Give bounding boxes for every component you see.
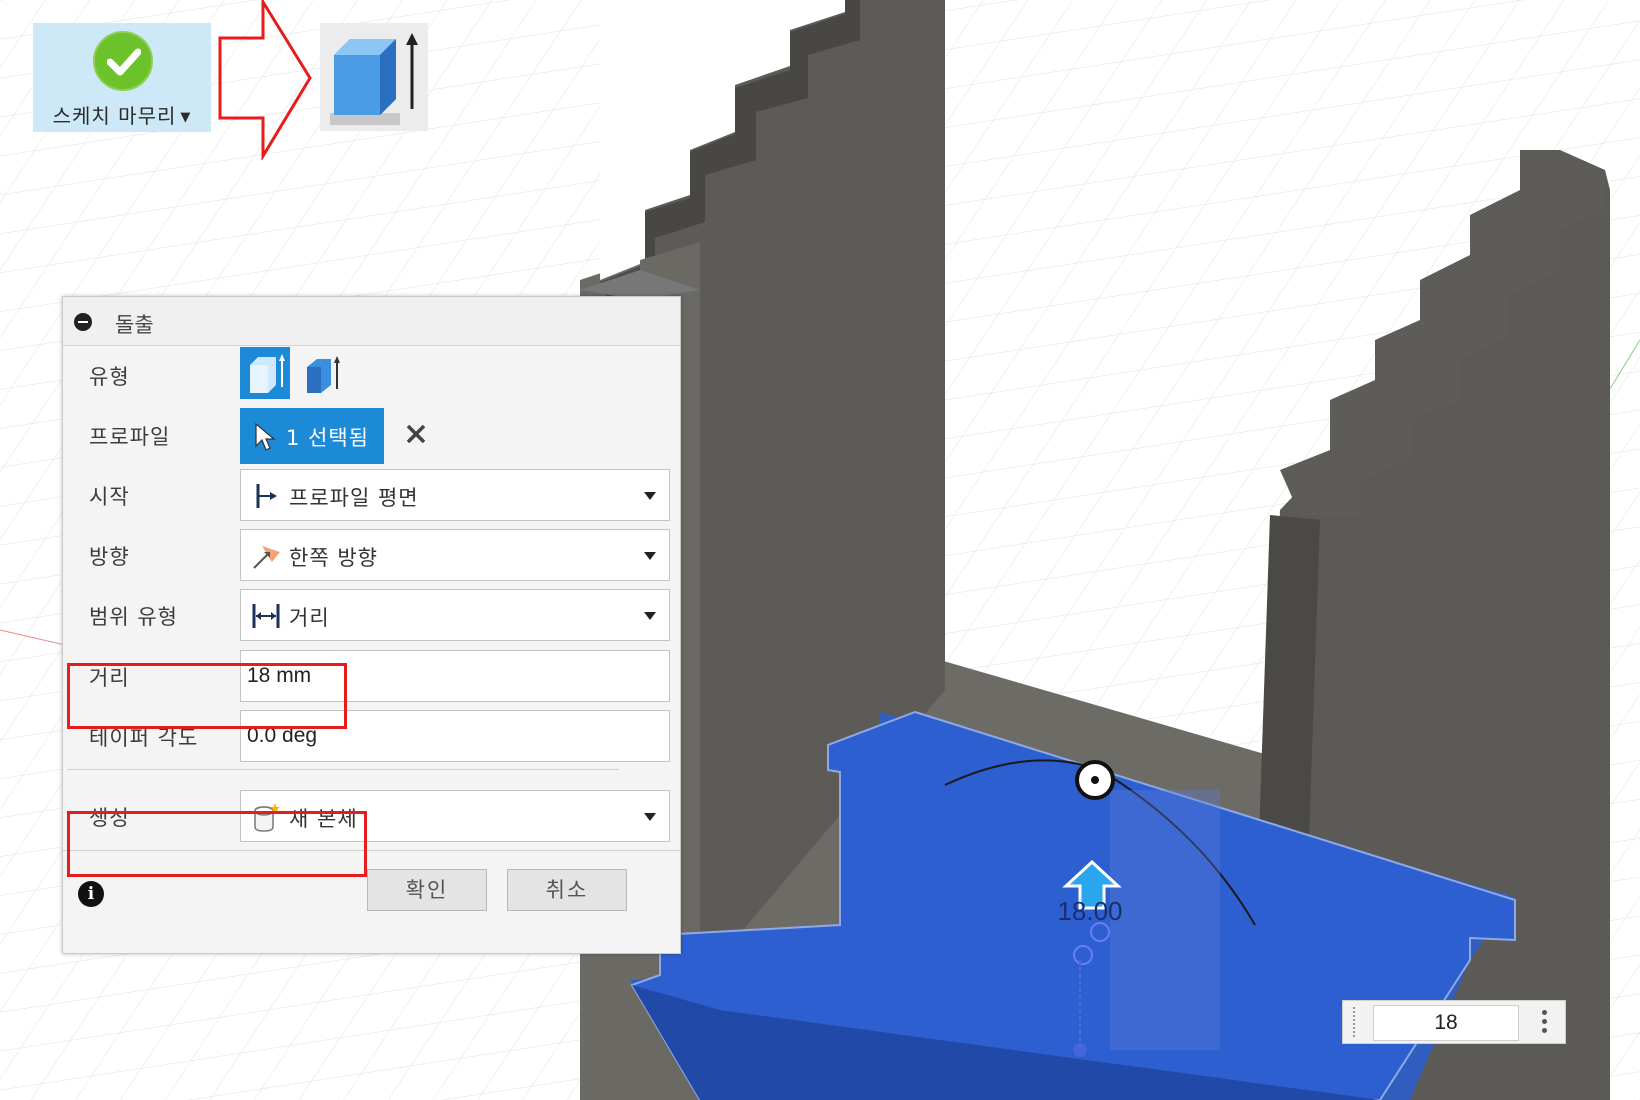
ok-button[interactable]: 확인 bbox=[367, 869, 487, 911]
type-label: 유형 bbox=[89, 365, 130, 389]
close-icon[interactable] bbox=[403, 421, 429, 447]
viewport-distance-input[interactable]: 18 bbox=[1342, 1000, 1566, 1044]
extent-type-dropdown[interactable]: 거리 bbox=[240, 589, 670, 641]
extrude-icon bbox=[330, 33, 418, 125]
finish-sketch-button[interactable]: 스케치 마무리 ▼ bbox=[33, 23, 211, 132]
chevron-down-icon bbox=[644, 813, 656, 821]
cursor-arrow-icon bbox=[255, 422, 276, 451]
type-solid-button[interactable] bbox=[240, 347, 290, 399]
distance-highlight-box bbox=[67, 663, 347, 729]
extent-type-label: 범위 유형 bbox=[89, 605, 178, 629]
operation-highlight-box bbox=[67, 811, 367, 877]
more-options-icon[interactable] bbox=[1539, 1007, 1549, 1039]
surface-extrude-icon bbox=[307, 356, 340, 393]
extrude-tool-button[interactable] bbox=[320, 23, 428, 131]
type-surface-button[interactable] bbox=[297, 347, 347, 399]
info-icon[interactable]: i bbox=[78, 881, 104, 907]
right-arrow-outline-icon bbox=[218, 0, 312, 160]
extent-type-value: 거리 bbox=[289, 606, 330, 630]
divider bbox=[67, 769, 619, 770]
direction-label: 방향 bbox=[89, 545, 130, 569]
start-label: 시작 bbox=[89, 485, 130, 509]
solid-extrude-icon bbox=[250, 354, 285, 393]
profile-selection-count: 1 선택됨 bbox=[286, 426, 369, 450]
viewport-distance-value[interactable]: 18 bbox=[1373, 1005, 1519, 1041]
distance-icon bbox=[252, 604, 280, 628]
finish-sketch-label: 스케치 마무리 bbox=[52, 104, 177, 128]
cancel-button[interactable]: 취소 bbox=[507, 869, 627, 911]
drag-grip-icon[interactable] bbox=[1353, 1007, 1359, 1037]
chevron-down-icon bbox=[644, 552, 656, 560]
direction-value: 한쪽 방향 bbox=[289, 546, 378, 570]
start-value: 프로파일 평면 bbox=[289, 486, 419, 510]
direction-dropdown[interactable]: 한쪽 방향 bbox=[240, 529, 670, 581]
profile-label: 프로파일 bbox=[89, 425, 171, 449]
check-circle-icon bbox=[93, 31, 153, 91]
chevron-down-icon[interactable]: ▼ bbox=[180, 110, 191, 125]
start-dropdown[interactable]: 프로파일 평면 bbox=[240, 469, 670, 521]
dialog-header: 돌출 bbox=[63, 297, 680, 346]
chevron-down-icon bbox=[644, 612, 656, 620]
chevron-down-icon bbox=[644, 492, 656, 500]
dialog-title: 돌출 bbox=[115, 313, 154, 337]
one-side-direction-icon bbox=[253, 546, 280, 569]
profile-select-button[interactable]: 1 선택됨 bbox=[240, 408, 384, 464]
profile-plane-icon bbox=[256, 484, 277, 508]
dimension-label: 18.00 bbox=[1057, 896, 1122, 926]
collapse-icon[interactable] bbox=[74, 313, 92, 331]
